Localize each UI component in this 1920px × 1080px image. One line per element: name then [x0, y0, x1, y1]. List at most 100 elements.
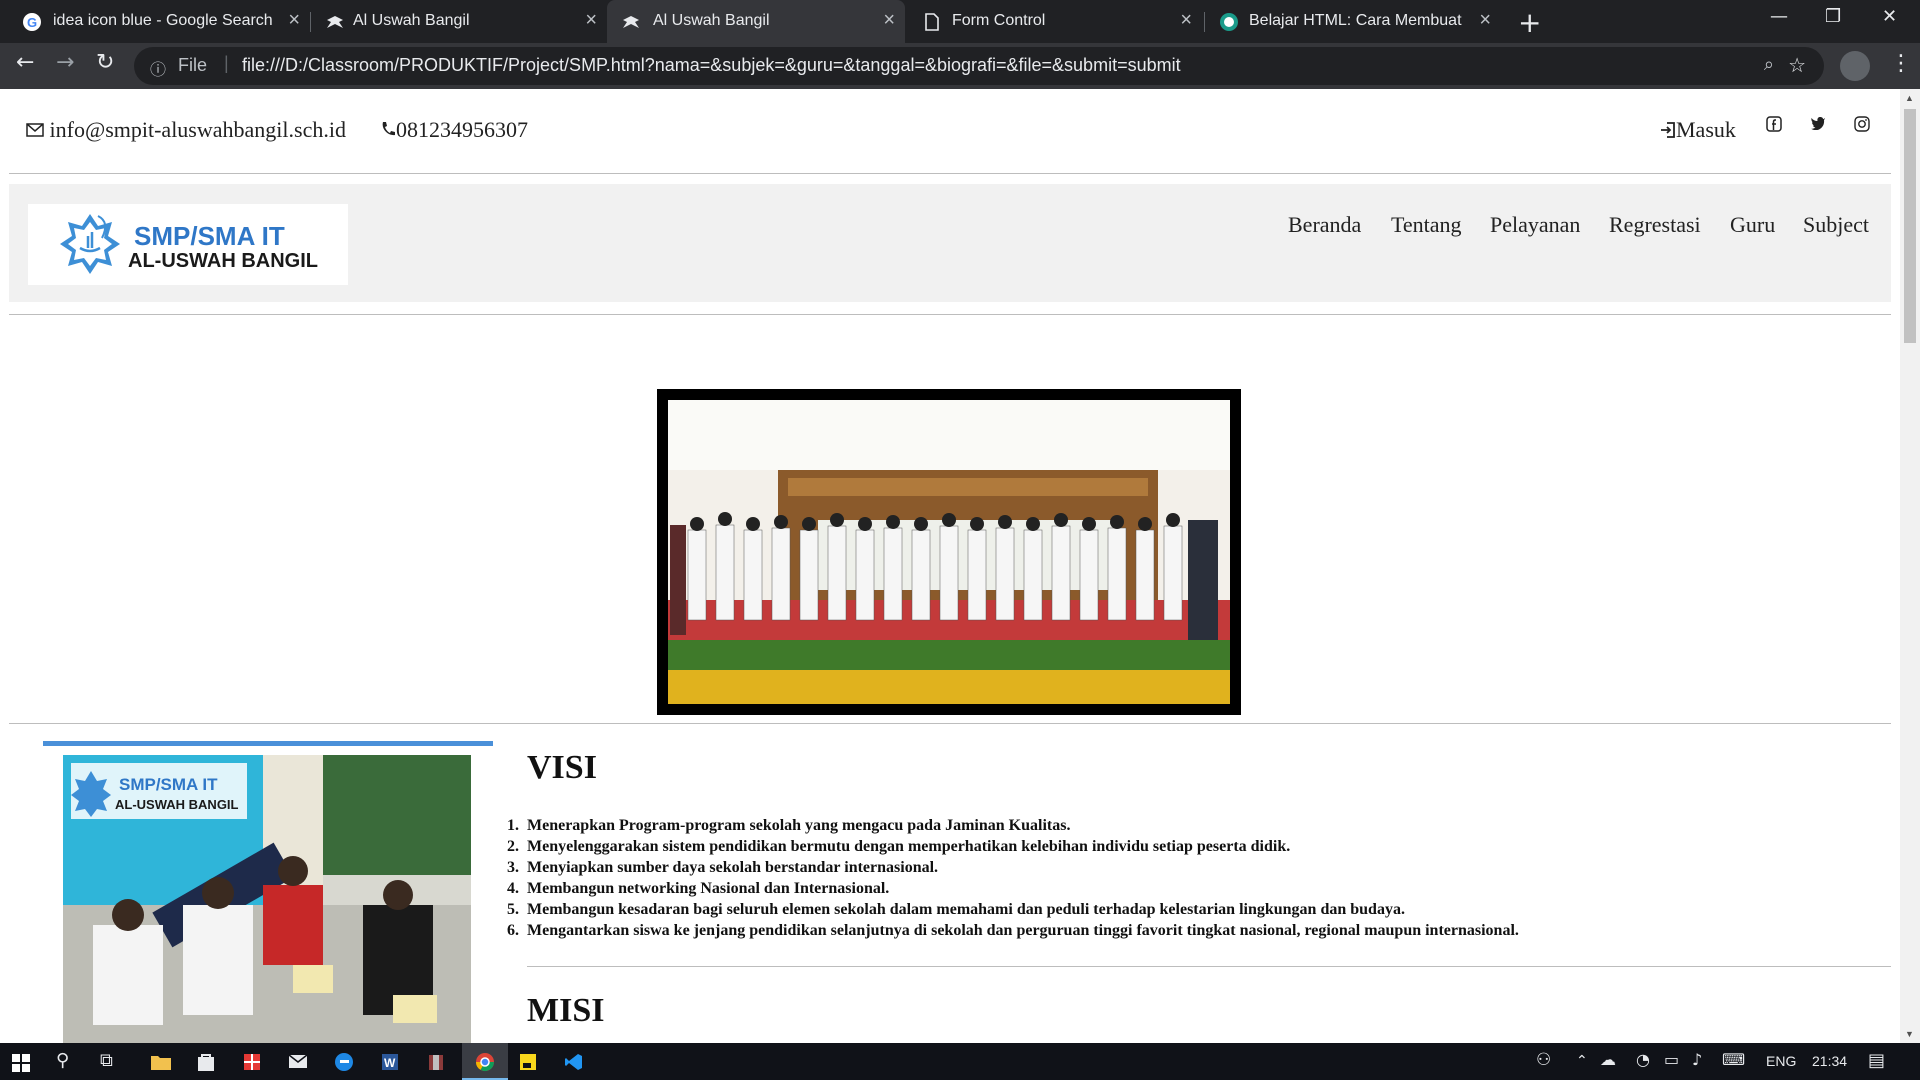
nav-subject[interactable]: Subject	[1803, 212, 1869, 238]
reload-icon[interactable]: ↻	[96, 50, 114, 75]
forward-icon[interactable]: →	[56, 50, 74, 75]
people-icon[interactable]: ⚇	[1536, 1050, 1551, 1070]
search-icon[interactable]: ⚲	[56, 1050, 69, 1071]
omnibox-divider: |	[224, 53, 229, 73]
notifications-icon[interactable]: ▤	[1868, 1050, 1885, 1071]
visi-heading: VISI	[527, 749, 597, 786]
cloud-icon[interactable]: ☁	[1600, 1050, 1616, 1069]
close-tab-icon[interactable]: ×	[288, 9, 300, 32]
keyboard-icon[interactable]: ⌨	[1722, 1050, 1745, 1069]
minimize-icon[interactable]: —	[1770, 6, 1788, 27]
wifi-icon[interactable]: ◔	[1636, 1050, 1650, 1069]
address-bar[interactable]: ⓘ File | file:///D:/Classroom/PRODUKTIF/…	[134, 47, 1824, 85]
side-card: SMP/SMA IT AL-USWAH BANGIL	[43, 741, 493, 1043]
email-text[interactable]: info@smpit-aluswahbangil.sch.id	[50, 117, 346, 142]
close-tab-icon[interactable]: ×	[1479, 9, 1491, 32]
list-item: 4. Membangun networking Nasional dan Inte…	[507, 880, 890, 897]
browser-tab[interactable]: G idea icon blue - Google Search ×	[0, 0, 310, 43]
close-window-icon[interactable]: ✕	[1882, 6, 1897, 27]
logo-line-2: AL-USWAH BANGIL	[128, 250, 318, 272]
task-view-icon[interactable]: ⧉	[100, 1050, 113, 1071]
word-icon[interactable]: W	[380, 1052, 400, 1072]
divider	[9, 314, 1891, 315]
close-tab-icon[interactable]: ×	[883, 9, 895, 32]
gift-app-icon[interactable]	[242, 1052, 262, 1072]
browser-tab[interactable]: Al Uswah Bangil ×	[311, 0, 607, 43]
sticky-notes-icon[interactable]	[518, 1052, 538, 1072]
graduation-photo	[668, 400, 1230, 704]
chrome-taskbar-button[interactable]	[462, 1043, 508, 1080]
file-label: File	[178, 55, 208, 75]
chevron-up-icon[interactable]: ⌃	[1576, 1053, 1588, 1069]
clock[interactable]: 21:34	[1812, 1053, 1847, 1069]
web-page: info@smpit-aluswahbangil.sch.id 08123495…	[0, 89, 1900, 1043]
visi-list: 1. Menerapkan Program-program sekolah yan…	[507, 815, 1519, 941]
phone-contact: 081234956307	[380, 117, 528, 143]
archive-app-icon[interactable]	[426, 1052, 446, 1072]
page-scrollbar[interactable]: ▲ ▼	[1900, 89, 1920, 1043]
site-logo[interactable]: SMP/SMA IT AL-USWAH BANGIL	[28, 204, 348, 285]
email-contact: info@smpit-aluswahbangil.sch.id	[26, 117, 346, 143]
restore-icon[interactable]: ❐	[1825, 6, 1841, 27]
browser-tab-active[interactable]: Al Uswah Bangil ×	[607, 0, 905, 43]
language-indicator[interactable]: ENG	[1766, 1053, 1796, 1069]
nav-tentang[interactable]: Tentang	[1391, 212, 1462, 238]
battery-icon[interactable]: ▭	[1664, 1050, 1679, 1069]
divider	[9, 173, 1891, 174]
hero-image-frame	[657, 389, 1241, 715]
phone-text: 081234956307	[396, 117, 528, 142]
site-navbar: SMP/SMA IT AL-USWAH BANGIL Beranda Tenta…	[9, 184, 1891, 302]
instagram-icon[interactable]	[1854, 116, 1870, 137]
card-logo-line-2: AL-USWAH BANGIL	[115, 797, 239, 812]
twitter-icon[interactable]	[1810, 116, 1826, 135]
card-logo-line-1: SMP/SMA IT	[119, 775, 218, 794]
bird-favicon	[623, 16, 639, 28]
edge-icon[interactable]	[334, 1052, 354, 1072]
tab-title: idea icon blue - Google Search	[53, 12, 273, 29]
nav-regrestasi[interactable]: Regrestasi	[1609, 212, 1701, 238]
login-icon	[1661, 122, 1675, 138]
store-icon[interactable]	[196, 1052, 216, 1072]
info-icon[interactable]: ⓘ	[150, 56, 166, 80]
globe-favicon	[1220, 13, 1238, 31]
divider	[9, 723, 1891, 724]
chrome-icon	[476, 1053, 494, 1072]
kebab-menu-icon[interactable]: ⋮	[1890, 51, 1912, 76]
tab-title: Al Uswah Bangil	[653, 12, 770, 29]
browser-toolbar: ← → ↻ ⓘ File | file:///D:/Classroom/PROD…	[0, 43, 1920, 89]
login-link[interactable]: Masuk	[1660, 117, 1736, 143]
nav-beranda[interactable]: Beranda	[1288, 212, 1361, 238]
list-item: 6. Mengantarkan siswa ke jenjang pendidik…	[507, 922, 1519, 939]
facebook-icon[interactable]	[1766, 116, 1782, 137]
misi-heading: MISI	[527, 992, 605, 1029]
vscode-icon[interactable]	[564, 1052, 584, 1072]
mail-icon[interactable]	[288, 1054, 308, 1069]
back-icon[interactable]: ←	[16, 50, 34, 75]
zoom-icon[interactable]: ⌕	[1764, 54, 1774, 75]
nav-pelayanan[interactable]: Pelayanan	[1490, 212, 1580, 238]
tab-title: Belajar HTML: Cara Membuat For	[1249, 12, 1465, 29]
file-explorer-icon[interactable]	[150, 1053, 172, 1071]
new-tab-icon[interactable]: +	[1518, 6, 1541, 39]
windows-taskbar: ⚲ ⧉ W ⚇ ⌃ ☁ ◔ ▭ ♪ ⌨ ENG 21:34 ▤	[0, 1043, 1920, 1080]
list-item: 2. Menyelenggarakan sistem pendidikan ber…	[507, 838, 1291, 855]
card-accent-bar	[43, 741, 493, 746]
nav-guru[interactable]: Guru	[1730, 212, 1775, 238]
profile-avatar[interactable]	[1840, 51, 1870, 81]
scroll-up-icon[interactable]: ▲	[1905, 93, 1914, 103]
volume-icon[interactable]: ♪	[1692, 1050, 1702, 1069]
list-item: 5. Membangun kesadaran bagi seluruh eleme…	[507, 901, 1405, 918]
bookmark-star-icon[interactable]: ☆	[1788, 53, 1806, 78]
divider	[527, 966, 1891, 967]
list-item: 1. Menerapkan Program-program sekolah yan…	[507, 817, 1071, 834]
browser-tab[interactable]: Belajar HTML: Cara Membuat For ×	[1205, 0, 1501, 43]
browser-tab[interactable]: Form Control ×	[906, 0, 1202, 43]
url-text[interactable]: file:///D:/Classroom/PRODUKTIF/Project/S…	[242, 55, 1181, 76]
scrollbar-thumb[interactable]	[1904, 109, 1916, 343]
close-tab-icon[interactable]: ×	[585, 9, 597, 32]
logo-line-1: SMP/SMA IT	[134, 221, 285, 251]
close-tab-icon[interactable]: ×	[1180, 9, 1192, 32]
scroll-down-icon[interactable]: ▼	[1905, 1029, 1914, 1039]
windows-start-icon[interactable]	[12, 1054, 30, 1072]
login-label: Masuk	[1676, 117, 1736, 142]
